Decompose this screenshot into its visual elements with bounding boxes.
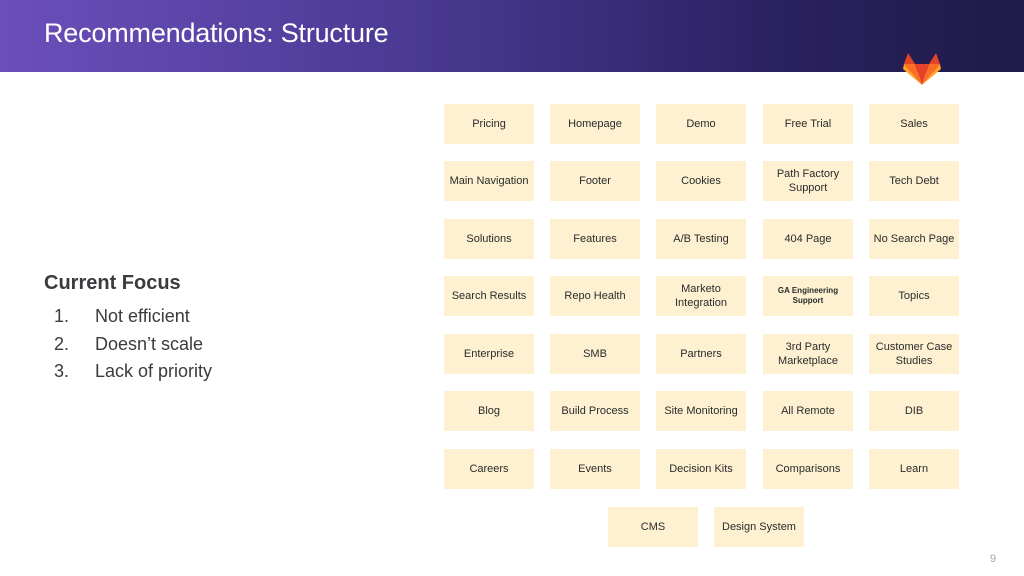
list-number: 2.: [54, 333, 70, 354]
tile-enterprise: Enterprise: [444, 334, 534, 374]
tile-build-process: Build Process: [550, 391, 640, 431]
tile-decision-kits: Decision Kits: [656, 449, 746, 489]
tile-customer-case-studies: Customer Case Studies: [869, 334, 959, 374]
list-number: 3.: [54, 361, 70, 381]
tile-topics: Topics: [869, 276, 959, 316]
tile-homepage: Homepage: [550, 104, 640, 144]
tile-events: Events: [550, 449, 640, 489]
tile-3rd-party-marketplace: 3rd Party Marketplace: [763, 334, 853, 374]
tile-comparisons: Comparisons: [763, 449, 853, 489]
tile-search-results: Search Results: [444, 276, 534, 316]
slide-title: Recommendations: Structure: [44, 18, 389, 48]
focus-list-item: 1. Not efficient: [44, 303, 212, 331]
tile-dib: DIB: [869, 391, 959, 431]
tile-features: Features: [550, 219, 640, 259]
tile-design-system: Design System: [714, 507, 804, 547]
tile-free-trial: Free Trial: [763, 104, 853, 144]
tile-all-remote: All Remote: [763, 391, 853, 431]
tile-demo: Demo: [656, 104, 746, 144]
tile-main-navigation: Main Navigation: [444, 161, 534, 201]
tile-blog: Blog: [444, 391, 534, 431]
tile-solutions: Solutions: [444, 219, 534, 259]
tile-pricing: Pricing: [444, 104, 534, 144]
tile-tech-debt: Tech Debt: [869, 161, 959, 201]
tile-learn: Learn: [869, 449, 959, 489]
tile-footer: Footer: [550, 161, 640, 201]
tile-smb: SMB: [550, 334, 640, 374]
list-text: Lack of priority: [95, 361, 213, 381]
gitlab-logo-icon: [903, 53, 941, 85]
tile-ab-testing: A/B Testing: [656, 219, 746, 259]
tile-careers: Careers: [444, 449, 534, 489]
current-focus-heading: Current Focus: [44, 272, 181, 294]
tile-no-search-page: No Search Page: [869, 219, 959, 259]
tile-repo-health: Repo Health: [550, 276, 640, 316]
focus-list-item: 2. Doesn’t scale: [44, 331, 212, 359]
tile-404-page: 404 Page: [763, 219, 853, 259]
focus-list-item: 3. Lack of priority: [44, 358, 212, 386]
focus-list: 1. Not efficient 2. Doesn’t scale 3. Lac…: [44, 303, 212, 386]
tile-marketo-integration: Marketo Integration: [656, 276, 746, 316]
tile-ga-engineering-support: GA Engineering Support: [763, 276, 853, 316]
current-focus-section: Current Focus 1. Not efficient 2. Doesn’…: [44, 272, 212, 386]
tile-path-factory-support: Path Factory Support: [763, 161, 853, 201]
page-number: 9: [990, 553, 997, 565]
tile-cookies: Cookies: [656, 161, 746, 201]
tile-partners: Partners: [656, 334, 746, 374]
list-number: 1.: [54, 306, 70, 326]
tile-sales: Sales: [869, 104, 959, 144]
tile-site-monitoring: Site Monitoring: [656, 391, 746, 431]
tile-cms: CMS: [608, 507, 698, 547]
slide-header: Recommendations: Structure: [0, 0, 1024, 72]
list-text: Doesn’t scale: [95, 333, 204, 354]
list-text: Not efficient: [95, 306, 190, 326]
